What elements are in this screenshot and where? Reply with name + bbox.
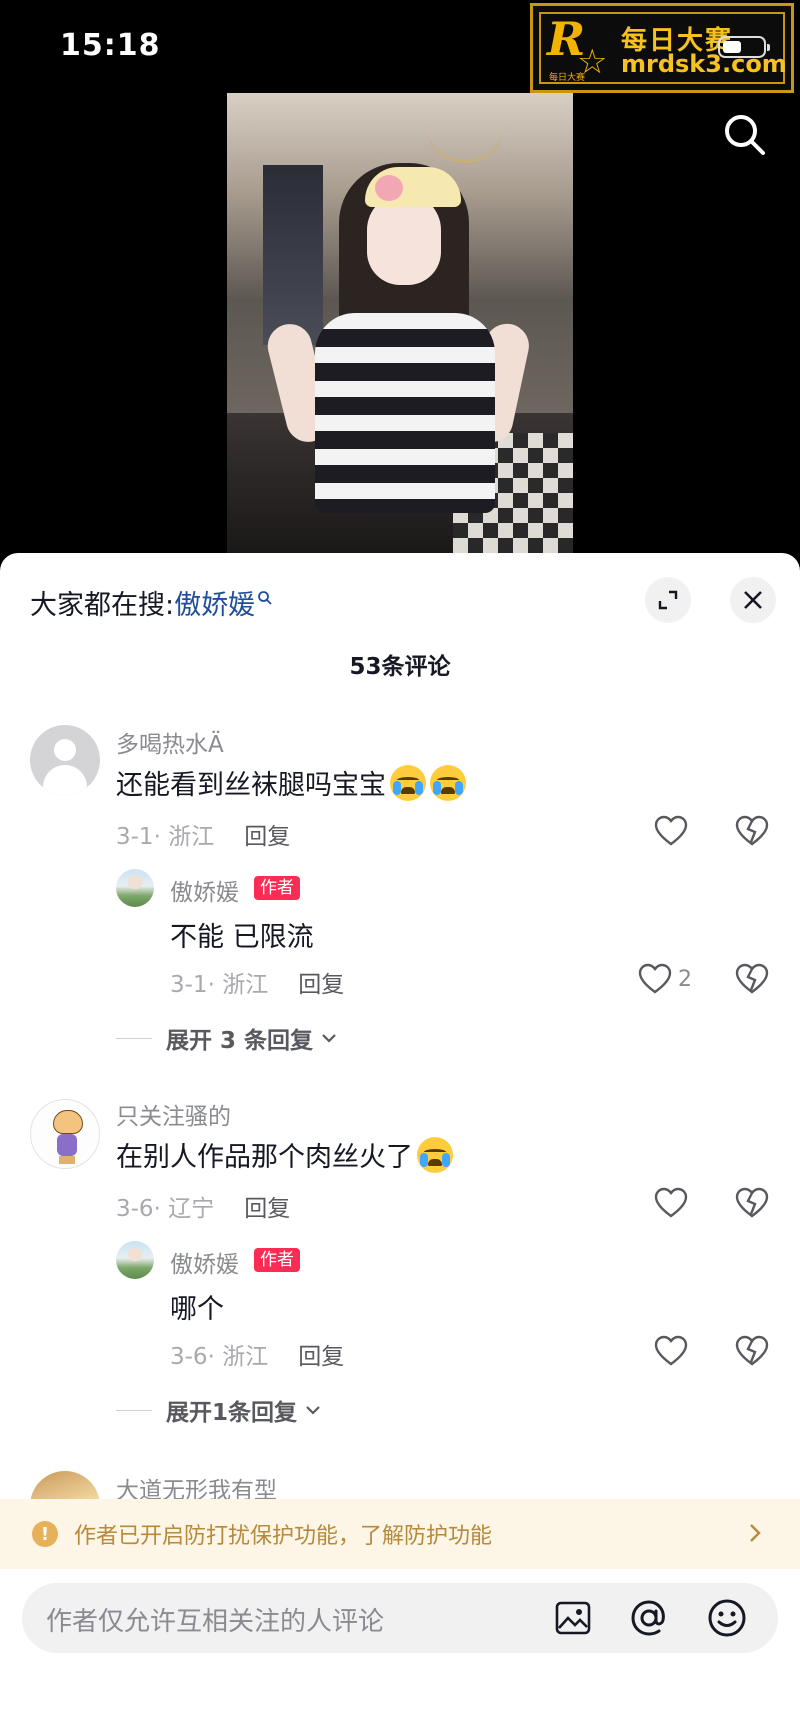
image-icon [555,1601,591,1635]
broken-heart-icon [735,1335,769,1366]
comment-text-row: 在别人作品那个肉丝火了 [116,1135,453,1174]
like-button[interactable]: 2 [638,963,692,995]
dislike-button[interactable] [735,1187,769,1223]
broken-heart-icon [735,815,769,846]
comment-sheet: 大家都在搜: 傲娇媛 53条评论 多喝热水Ä 还能看到丝袜腿吗宝宝 3-1· 浙… [0,553,800,1731]
trending-prefix: 大家都在搜: [30,590,175,621]
divider [116,1037,152,1039]
reply-button[interactable]: 回复 [244,1189,290,1223]
heart-icon [654,815,688,846]
expand-sheet-button[interactable] [645,577,691,623]
avatar[interactable] [30,1099,100,1169]
protection-notice-banner[interactable]: ! 作者已开启防打扰保护功能，了解防护功能 [0,1499,800,1569]
video-chandelier [425,93,505,163]
video-hat-ear [375,175,403,201]
comment-text: 在别人作品那个肉丝火了 [116,1142,413,1173]
expand-replies-button[interactable]: 展开 3 条回复 [116,1021,339,1055]
watermark-small-text: 每日大赛 [549,73,586,83]
at-icon [631,1600,665,1636]
video-window [263,165,323,345]
reply-button[interactable]: 回复 [244,817,290,851]
chevron-down-icon [322,1034,336,1043]
comment-text: 还能看到丝袜腿吗宝宝 [116,770,386,801]
author-badge: 作者 [254,876,300,900]
video-player[interactable] [227,93,573,553]
reply-meta: 3-6· 浙江 回复 [170,1337,344,1371]
loudly-crying-emoji-icon [390,764,426,801]
dislike-button[interactable] [735,1335,769,1371]
expand-replies-label: 展开 3 条回复 [166,1028,314,1054]
comment-input-placeholder: 作者仅允许互相关注的人评论 [46,1607,385,1637]
close-icon [744,591,762,609]
chevron-right-icon [750,1524,761,1542]
author-avatar[interactable] [116,1241,154,1279]
warning-icon: ! [32,1521,58,1547]
divider [116,1409,152,1411]
trending-keyword[interactable]: 傲娇媛 [174,583,255,622]
like-button[interactable] [654,1187,688,1219]
heart-icon [654,1335,688,1366]
battery-icon [718,36,770,58]
author-avatar[interactable] [116,869,154,907]
dislike-button[interactable] [735,815,769,851]
comment-meta: 3-6· 辽宁 回复 [116,1189,290,1223]
comment-username[interactable]: 只关注骚的 [116,1097,231,1131]
close-button[interactable] [730,577,776,623]
small-search-icon [257,582,273,613]
comment-input[interactable]: 作者仅允许互相关注的人评论 [22,1583,778,1653]
like-button[interactable] [654,1335,688,1367]
reply-button[interactable]: 回复 [298,965,344,999]
expand-icon [658,590,678,610]
mention-button[interactable] [628,1597,670,1639]
broken-heart-icon [735,1187,769,1218]
video-person-shirt [315,313,495,513]
chevron-down-icon [306,1406,320,1415]
comment-count: 53条评论 [349,654,451,680]
reply-button[interactable]: 回复 [298,1337,344,1371]
comment-date-location: 3-1· 浙江 [116,824,215,850]
comment-date-location: 3-6· 辽宁 [116,1196,215,1222]
expand-replies-label: 展开1条回复 [166,1400,298,1426]
heart-icon [654,1187,688,1218]
image-picker-button[interactable] [552,1597,594,1639]
loudly-crying-emoji-icon [417,1136,453,1173]
author-badge: 作者 [254,1248,300,1272]
comment-username[interactable]: 多喝热水Ä [116,725,224,759]
smiley-icon [708,1599,746,1637]
reply-date-location: 3-6· 浙江 [170,1344,269,1370]
expand-replies-button[interactable]: 展开1条回复 [116,1393,323,1427]
search-icon[interactable] [720,110,770,160]
reply-text: 不能 已限流 [170,922,314,953]
like-count: 2 [678,966,692,992]
avatar[interactable] [30,725,100,795]
reply-username[interactable]: 傲娇媛 [170,1245,239,1279]
reply-meta: 3-1· 浙江 回复 [170,965,344,999]
emoji-button[interactable] [706,1597,748,1639]
broken-heart-icon [735,963,769,994]
dislike-button[interactable] [735,963,769,999]
comment-meta: 3-1· 浙江 回复 [116,817,290,851]
trending-search[interactable]: 大家都在搜: 傲娇媛 [30,583,273,622]
loudly-crying-emoji-icon [430,764,466,801]
reply-text: 哪个 [170,1294,224,1325]
status-time: 15:18 [60,28,161,63]
protection-notice-text: 作者已开启防打扰保护功能，了解防护功能 [74,1524,493,1549]
reply-date-location: 3-1· 浙江 [170,972,269,998]
reply-username[interactable]: 傲娇媛 [170,873,239,907]
comment-text-row: 还能看到丝袜腿吗宝宝 [116,763,466,802]
like-button[interactable] [654,815,688,847]
heart-icon [638,963,672,994]
